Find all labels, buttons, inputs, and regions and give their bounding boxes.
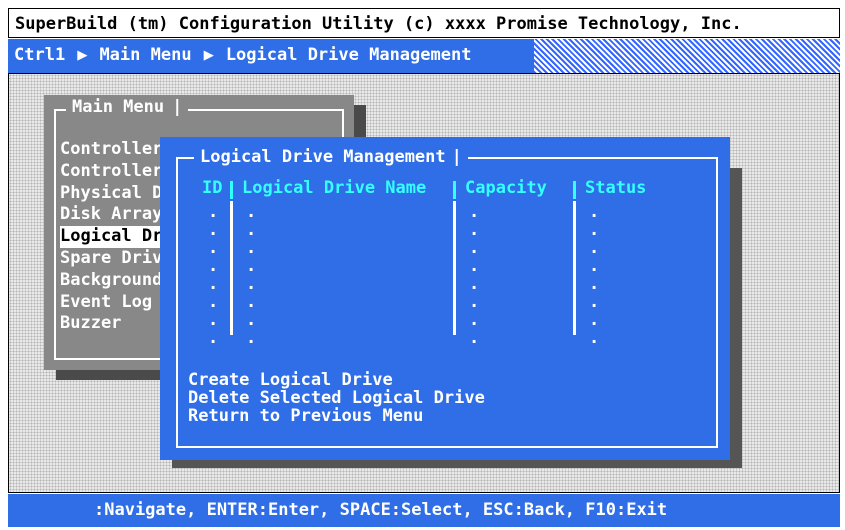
logical-drive-caption: Logical Drive Management |	[194, 147, 468, 167]
table-cell[interactable]: .	[589, 311, 599, 329]
menu-item-physical-drive[interactable]: Physical D	[60, 183, 162, 205]
main-menu-list: Controller Controller Physical D Disk Ar…	[60, 139, 163, 335]
menu-item-controller-2[interactable]: Controller	[60, 161, 162, 183]
menu-item-background[interactable]: Background	[60, 270, 162, 292]
delete-logical-drive-option[interactable]: Delete Selected Logical Drive	[188, 389, 485, 407]
menu-item-logical-drive[interactable]: Logical Dr	[60, 226, 163, 248]
table-cell[interactable]: .	[469, 221, 479, 239]
table-cell[interactable]: .	[208, 275, 218, 293]
table-cell[interactable]: .	[208, 293, 218, 311]
table-cell[interactable]: .	[469, 275, 479, 293]
column-divider	[453, 181, 456, 199]
table-cell[interactable]: .	[589, 203, 599, 221]
create-logical-drive-option[interactable]: Create Logical Drive	[188, 371, 485, 389]
column-divider	[230, 201, 233, 335]
table-cell[interactable]: .	[469, 293, 479, 311]
table-cell[interactable]: .	[246, 293, 256, 311]
table-cell[interactable]: .	[208, 221, 218, 239]
table-cell[interactable]: .	[246, 239, 256, 257]
table-cell[interactable]: .	[469, 329, 479, 347]
breadcrumb-item-main-menu: Main Menu	[99, 45, 192, 65]
table-cell[interactable]: .	[589, 275, 599, 293]
main-menu-caption: Main Menu |	[66, 97, 189, 117]
column-divider	[230, 181, 233, 199]
table-cell[interactable]: .	[469, 239, 479, 257]
table-cell[interactable]: .	[208, 329, 218, 347]
chevron-right-icon: ▶	[77, 45, 88, 65]
table-cell[interactable]: .	[208, 203, 218, 221]
table-cell[interactable]: .	[469, 203, 479, 221]
table-cell[interactable]: .	[246, 275, 256, 293]
table-cell[interactable]: .	[589, 239, 599, 257]
title-bar: SuperBuild (tm) Configuration Utility (c…	[8, 8, 840, 38]
key-help-text: :Navigate, ENTER:Enter, SPACE:Select, ES…	[94, 500, 668, 520]
logical-drive-title: Logical Drive Management	[200, 147, 446, 167]
bios-screen: SuperBuild (tm) Configuration Utility (c…	[0, 0, 845, 530]
table-cell[interactable]: .	[589, 257, 599, 275]
menu-item-buzzer[interactable]: Buzzer	[60, 313, 162, 335]
id-column: . . . . . . . .	[208, 203, 218, 347]
table-cell[interactable]: .	[589, 221, 599, 239]
action-list: Create Logical Drive Delete Selected Log…	[188, 371, 485, 425]
table-cell[interactable]: .	[469, 311, 479, 329]
capacity-column: . . . . . . . .	[469, 203, 479, 347]
status-column: . . . . . . . .	[589, 203, 599, 347]
table-cell[interactable]: .	[469, 257, 479, 275]
table-cell[interactable]: .	[589, 293, 599, 311]
breadcrumb-item-ctrl: Ctrl1	[14, 45, 66, 65]
table-cell[interactable]: .	[246, 311, 256, 329]
logical-drive-window: Logical Drive Management | ID Logical Dri…	[160, 137, 730, 460]
name-column: . . . . . . . .	[246, 203, 256, 347]
return-previous-menu-option[interactable]: Return to Previous Menu	[188, 407, 485, 425]
table-cell[interactable]: .	[208, 257, 218, 275]
column-header-name: Logical Drive Name	[242, 178, 427, 198]
status-bar: :Navigate, ENTER:Enter, SPACE:Select, ES…	[8, 494, 840, 527]
menu-item-event-log[interactable]: Event Log	[60, 292, 162, 314]
column-header-status: Status	[585, 178, 647, 198]
chevron-right-icon: ▶	[203, 45, 214, 65]
app-title: SuperBuild (tm) Configuration Utility (c…	[15, 14, 742, 34]
column-divider	[453, 201, 456, 335]
table-cell[interactable]: .	[246, 221, 256, 239]
column-divider	[573, 181, 576, 199]
table-cell[interactable]: .	[246, 257, 256, 275]
column-divider	[573, 201, 576, 335]
table-cell[interactable]: .	[208, 239, 218, 257]
table-cell[interactable]: .	[246, 329, 256, 347]
breadcrumb: Ctrl1 ▶ Main Menu ▶ Logical Drive Management	[8, 39, 534, 73]
menu-item-disk-array[interactable]: Disk Array	[60, 204, 162, 226]
menu-item-controller-1[interactable]: Controller	[60, 139, 162, 161]
table-cell[interactable]: .	[589, 329, 599, 347]
column-header-capacity: Capacity	[465, 178, 547, 198]
table-cell[interactable]: .	[208, 311, 218, 329]
table-cell[interactable]: .	[246, 203, 256, 221]
breadcrumb-item-current: Logical Drive Management	[225, 45, 472, 65]
main-menu-title: Main Menu	[72, 97, 165, 117]
menu-item-spare-drive[interactable]: Spare Driv	[60, 248, 162, 270]
column-header-id: ID	[202, 178, 223, 198]
breadcrumb-bar: Ctrl1 ▶ Main Menu ▶ Logical Drive Management	[8, 39, 840, 73]
